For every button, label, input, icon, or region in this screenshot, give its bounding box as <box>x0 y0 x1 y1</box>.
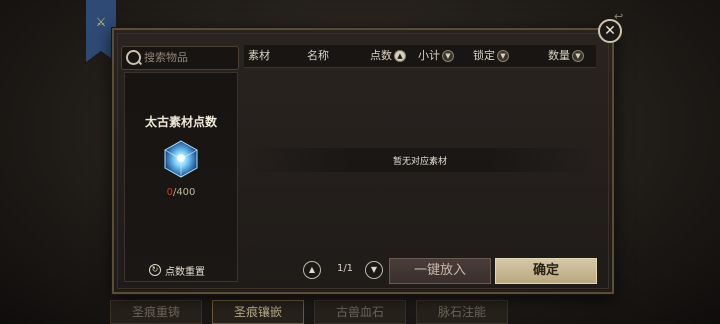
column-name: 名称 <box>307 45 329 67</box>
background-tab-bar: 圣痕重铸 圣痕镶嵌 古兽血石 脉石注能 <box>110 300 510 324</box>
sort-down-icon[interactable]: ▼ <box>572 50 584 62</box>
back-icon: ↩ <box>614 10 624 23</box>
material-list: 暂无对应素材 <box>244 68 596 252</box>
page-up-button[interactable]: ▲ <box>303 261 321 279</box>
banner-emblem-icon: ⚔ <box>95 15 107 29</box>
column-points[interactable]: 点数 ▲ <box>370 45 406 67</box>
column-quantity-label: 数量 <box>548 49 570 62</box>
page-indicator: 1/1 <box>336 263 354 274</box>
reset-points-button[interactable]: ↻ 点数重置 <box>149 263 229 278</box>
bg-tab-bloodstone[interactable]: 古兽血石 <box>314 300 406 324</box>
points-title: 太古素材点数 <box>144 115 217 129</box>
points-max: /400 <box>172 187 196 198</box>
search-input[interactable] <box>144 47 234 67</box>
bg-tab-vein-energy[interactable]: 脉石注能 <box>416 300 508 324</box>
column-points-label: 点数 <box>370 49 392 62</box>
reset-points-label: 点数重置 <box>165 266 205 278</box>
search-box[interactable] <box>121 46 239 70</box>
points-panel: 太古素材点数 0/400 ↻ 点数重置 <box>124 72 238 282</box>
column-lock[interactable]: 锁定 ▼ <box>473 45 509 67</box>
page-down-button[interactable]: ▼ <box>365 261 383 279</box>
column-name-label: 名称 <box>307 49 329 62</box>
search-icon <box>126 50 141 65</box>
column-subtotal-label: 小计 <box>418 49 440 62</box>
column-material: 素材 <box>248 45 270 67</box>
empty-state-text: 暂无对应素材 <box>392 157 447 167</box>
column-material-label: 素材 <box>248 49 270 62</box>
put-all-button[interactable]: 一键放入 <box>389 258 491 284</box>
column-quantity[interactable]: 数量 ▼ <box>548 45 584 67</box>
pagination: ▲ 1/1 ▼ <box>303 261 383 279</box>
sort-down-icon[interactable]: ▼ <box>442 50 454 62</box>
crystal-cube-icon <box>164 140 198 178</box>
confirm-button[interactable]: 确定 <box>495 258 597 284</box>
left-panel: 太古素材点数 0/400 ↻ 点数重置 <box>121 44 239 282</box>
column-subtotal[interactable]: 小计 ▼ <box>418 45 454 67</box>
points-count: 0/400 <box>125 187 237 198</box>
sort-down-icon[interactable]: ▼ <box>497 50 509 62</box>
sort-up-icon[interactable]: ▲ <box>394 50 406 62</box>
reset-icon: ↻ <box>149 264 161 276</box>
column-lock-label: 锁定 <box>473 49 495 62</box>
material-table-header: 素材 名称 点数 ▲ 小计 ▼ 锁定 ▼ 数量 ▼ <box>244 45 596 68</box>
bg-tab-recast[interactable]: 圣痕重铸 <box>110 300 202 324</box>
bg-tab-inlay[interactable]: 圣痕镶嵌 <box>212 300 304 324</box>
